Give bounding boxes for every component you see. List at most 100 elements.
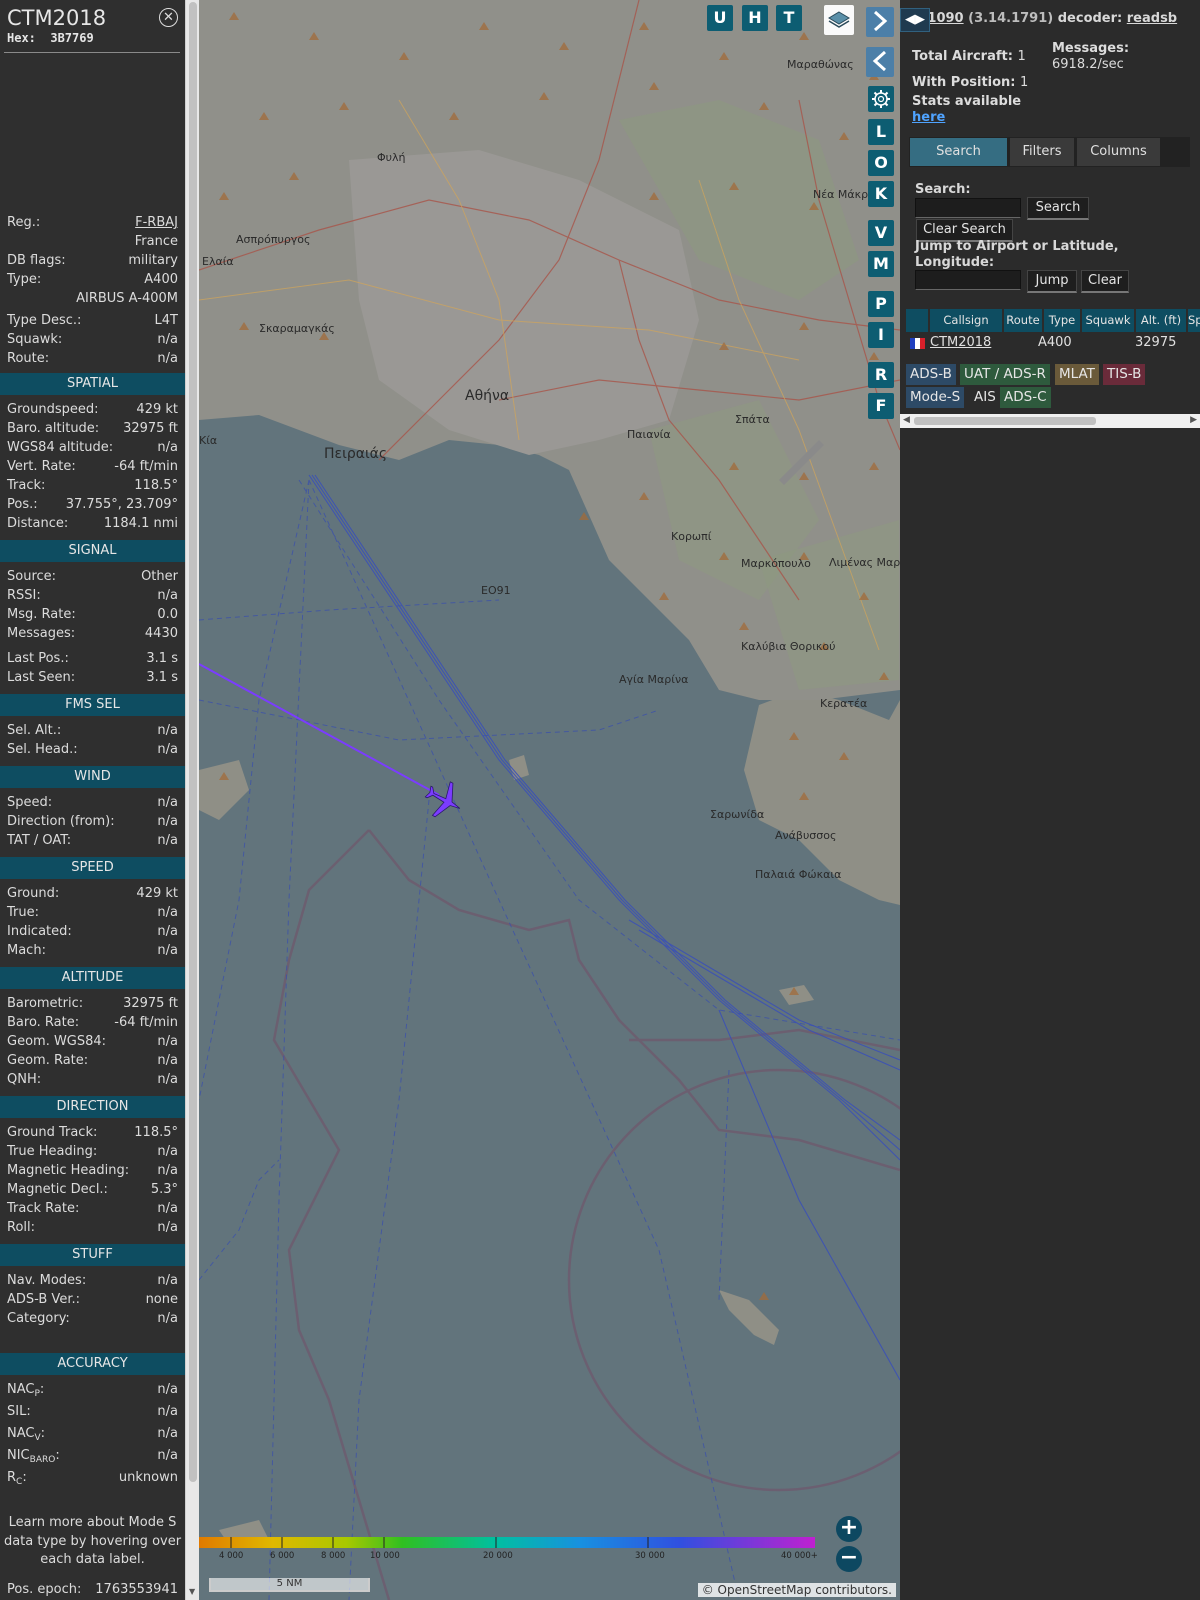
info-row-value: Other (141, 569, 178, 584)
accuracy-row: SIL: n/a (7, 1403, 178, 1421)
tab-columns[interactable]: Columns (1077, 138, 1160, 166)
info-row-value: 429 kt (136, 886, 178, 901)
toggle-r-button[interactable]: R (868, 362, 894, 388)
info-row: Source: Other (7, 568, 178, 586)
resize-sidebar-icon[interactable]: ◀▶ (900, 8, 930, 32)
accuracy-label: SIL: (7, 1404, 31, 1419)
toggle-v-button[interactable]: V (868, 220, 894, 246)
toggle-l-button[interactable]: L (868, 119, 894, 145)
info-row: Speed: n/a (7, 794, 178, 812)
info-row-label: Speed: (7, 795, 53, 810)
scroll-right-icon[interactable]: ▶ (1190, 415, 1197, 425)
jump-label: Jump to Airport or Latitude, Longitude: (915, 239, 1119, 270)
info-panel-scrollbar[interactable]: ▼ (185, 0, 200, 1600)
stats-available: Stats available (912, 94, 1022, 109)
scroll-down-icon[interactable]: ▼ (189, 1587, 195, 1596)
aircraft-table-header: Callsign Route Type Squawk Alt. (ft) Spe (906, 309, 1200, 332)
toggle-p-button[interactable]: P (868, 291, 894, 317)
info-row: Squawk: n/a (7, 331, 178, 349)
accuracy-value: n/a (157, 1382, 178, 1397)
toggle-f-button[interactable]: F (868, 393, 894, 419)
row-callsign[interactable]: CTM2018 (930, 333, 991, 353)
column-header-type[interactable]: Type (1044, 309, 1080, 332)
toggle-i-button[interactable]: I (868, 322, 894, 348)
info-row-value: 32975 ft (123, 421, 178, 436)
info-row: Pos.: 37.755°, 23.709° (7, 496, 178, 514)
zoom-out-button[interactable]: − (836, 1546, 862, 1572)
info-row-label: DB flags: (7, 253, 66, 268)
altitude-color-legend (199, 1537, 815, 1548)
column-header-speed[interactable]: Spe (1188, 309, 1200, 332)
scrollbar-thumb[interactable] (189, 2, 197, 1482)
info-row-value: 1184.1 nmi (103, 516, 178, 531)
settings-button[interactable] (868, 86, 894, 112)
info-row-value: n/a (157, 742, 178, 757)
section-header: DIRECTION (0, 1096, 185, 1118)
clear-button[interactable]: Clear (1081, 270, 1129, 293)
row-altitude: 32975 (1135, 335, 1177, 350)
column-header-altitude[interactable]: Alt. (ft) (1136, 309, 1186, 332)
section-header: STUFF (0, 1244, 185, 1266)
map-place-label: Φυλή (377, 151, 406, 164)
toggle-h-button[interactable]: H (742, 5, 768, 31)
column-header-flag[interactable] (906, 309, 928, 332)
aircraft-info-panel: CTM2018 Hex: 3B7769 ✕ Reg.: F-RBAJ France D… (0, 0, 185, 1600)
search-label: Search: (915, 182, 971, 197)
map-view[interactable]: Μαραθώνας Φυλή Νέα Μάκρη Ασπρόπυργος Σκαραμα… (199, 0, 900, 1600)
tab-filters[interactable]: Filters (1010, 138, 1074, 166)
info-row-value: 37.755°, 23.709° (65, 497, 178, 512)
search-input[interactable] (915, 198, 1021, 218)
scrollbar-thumb[interactable] (914, 417, 1096, 425)
info-row-value: 0.0 (157, 607, 178, 622)
column-header-squawk[interactable]: Squawk (1082, 309, 1134, 332)
jump-button[interactable]: Jump (1027, 270, 1077, 293)
info-row-value: n/a (157, 1220, 178, 1235)
toggle-t-button[interactable]: T (776, 5, 802, 31)
search-button[interactable]: Search (1027, 197, 1089, 220)
toggle-o-button[interactable]: O (868, 150, 894, 176)
toggle-k-button[interactable]: K (868, 181, 894, 207)
info-row-label: Squawk: (7, 332, 63, 347)
info-row: Mach: n/a (7, 942, 178, 960)
info-row-value: 118.5° (134, 1125, 178, 1140)
toggle-u-button[interactable]: U (707, 5, 733, 31)
map-place-label: Σπάτα (735, 413, 770, 426)
registration-link[interactable]: F-RBAJ (135, 214, 178, 232)
info-row-value: n/a (157, 905, 178, 920)
decoder-link[interactable]: readsb (1127, 11, 1177, 26)
info-row-label: Sel. Head.: (7, 742, 78, 757)
info-row-value: 32975 ft (123, 996, 178, 1011)
info-row: Geom. WGS84: n/a (7, 1033, 178, 1051)
source-legend-badge: TIS-B (1103, 364, 1146, 385)
section-header: SIGNAL (0, 540, 185, 562)
section-header: FMS SEL (0, 694, 185, 716)
tab-search[interactable]: Search (910, 138, 1007, 166)
info-row: Distance: 1184.1 nmi (7, 515, 178, 533)
column-header-callsign[interactable]: Callsign (930, 309, 1002, 332)
info-row-value: A400 (144, 272, 178, 287)
zoom-in-button[interactable]: + (836, 1516, 862, 1542)
info-row: Baro. Rate: -64 ft/min (7, 1014, 178, 1032)
collapse-sidebar-button[interactable] (866, 47, 894, 77)
stats-link[interactable]: here (912, 110, 945, 125)
info-row: Baro. altitude: 32975 ft (7, 420, 178, 438)
map-attribution[interactable]: © OpenStreetMap contributors. (697, 1583, 896, 1597)
aircraft-icon[interactable] (421, 780, 467, 820)
gear-icon (872, 90, 890, 108)
layers-button[interactable] (824, 5, 854, 35)
info-row-label: RSSI: (7, 588, 41, 603)
jump-input[interactable] (915, 270, 1021, 290)
column-header-route[interactable]: Route (1004, 309, 1042, 332)
expand-sidebar-button[interactable] (866, 7, 894, 37)
toggle-m-button[interactable]: M (868, 251, 894, 277)
sidebar: tar1090 (3.14.1791) decoder: readsb ◀▶ T… (900, 0, 1200, 1600)
accuracy-row: RC: unknown (7, 1469, 178, 1487)
scroll-left-icon[interactable]: ◀ (903, 415, 910, 425)
info-row-label: Sel. Alt.: (7, 723, 62, 738)
info-row-label: Source: (7, 569, 57, 584)
info-row-label: Groundspeed: (7, 402, 99, 417)
close-icon[interactable]: ✕ (159, 8, 178, 27)
table-horizontal-scrollbar[interactable]: ◀ ▶ (900, 414, 1200, 428)
info-row-label: Geom. WGS84: (7, 1034, 107, 1049)
section-header: SPEED (0, 857, 185, 879)
